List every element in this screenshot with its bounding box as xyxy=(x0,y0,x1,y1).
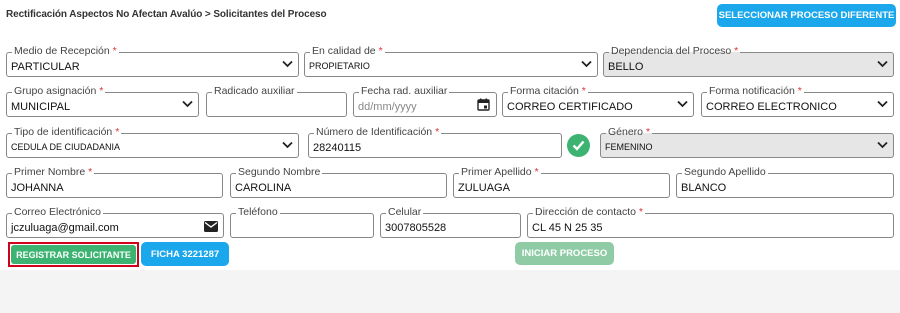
genero-label: Género * xyxy=(606,126,653,139)
forma-citacion-select[interactable]: Forma citación * CORREO CERTIFICADO xyxy=(502,85,694,117)
forma-notificacion-label: Forma notificación * xyxy=(707,85,804,98)
dependencia-value: BELLO xyxy=(608,61,644,73)
grupo-asignacion-value: MUNICIPAL xyxy=(11,101,71,113)
numero-identificacion-label: Número de Identificación * xyxy=(314,126,442,139)
fecha-rad-auxiliar-label: Fecha rad. auxiliar xyxy=(359,85,450,98)
calendar-icon[interactable] xyxy=(477,98,490,111)
telefono-label: Teléfono xyxy=(236,206,280,219)
direccion-contacto-label: Dirección de contacto * xyxy=(533,206,645,219)
tipo-identificacion-label: Tipo de identificación * xyxy=(12,126,122,139)
select-different-process-button[interactable]: SELECCIONAR PROCESO DIFERENTE xyxy=(717,4,896,27)
calidad-label-text: En calidad de xyxy=(312,45,376,57)
genero-select: Género * FEMENINO xyxy=(600,126,894,158)
grupo-asignacion-select[interactable]: Grupo asignación * MUNICIPAL xyxy=(6,85,199,117)
required-mark: * xyxy=(638,206,643,218)
primer-nombre-value: JOHANNA xyxy=(11,182,64,194)
radicado-auxiliar-input[interactable]: Radicado auxiliar xyxy=(206,85,347,117)
required-mark: * xyxy=(734,45,739,57)
chevron-down-icon xyxy=(877,141,888,149)
fecha-rad-auxiliar-placeholder: dd/mm/yyyy xyxy=(358,101,417,113)
celular-label: Celular xyxy=(386,206,424,219)
forma-citacion-label-text: Forma citación xyxy=(510,85,579,97)
correo-electronico-label: Correo Electrónico xyxy=(12,206,103,219)
chevron-down-icon xyxy=(182,100,193,108)
medio-recepcion-label-text: Medio de Recepción xyxy=(14,45,110,57)
dependencia-select: Dependencia del Proceso * BELLO xyxy=(603,45,894,77)
primer-apellido-label-text: Primer Apellido xyxy=(461,166,532,178)
chevron-down-icon xyxy=(677,100,688,108)
segundo-apellido-input[interactable]: Segundo Apellido BLANCO xyxy=(676,166,894,198)
required-mark: * xyxy=(645,126,651,138)
tipo-identificacion-select[interactable]: Tipo de identificación * CEDULA DE CIUDA… xyxy=(6,126,299,158)
celular-value: 3007805528 xyxy=(385,222,447,234)
primer-apellido-input[interactable]: Primer Apellido * ZULUAGA xyxy=(453,166,670,198)
direccion-contacto-value: CL 45 N 25 35 xyxy=(532,222,603,234)
radicado-auxiliar-label: Radicado auxiliar xyxy=(212,85,297,98)
segundo-nombre-value: CAROLINA xyxy=(235,182,292,194)
medio-recepcion-label: Medio de Recepción * xyxy=(12,45,119,58)
calidad-value: PROPIETARIO xyxy=(309,61,370,71)
tipo-identificacion-label-text: Tipo de identificación xyxy=(14,126,113,138)
primer-nombre-label-text: Primer Nombre xyxy=(14,166,86,178)
primer-nombre-label: Primer Nombre * xyxy=(12,166,95,179)
direccion-contacto-input[interactable]: Dirección de contacto * CL 45 N 25 35 xyxy=(527,206,894,238)
correo-electronico-value: jczuluaga@gmail.com xyxy=(11,222,119,234)
check-circle-icon xyxy=(567,134,590,157)
start-process-button[interactable]: INICIAR PROCESO xyxy=(515,242,614,265)
chevron-down-icon xyxy=(282,141,293,149)
genero-value: FEMENINO xyxy=(605,142,653,152)
numero-identificacion-input[interactable]: Número de Identificación * 28240115 xyxy=(308,126,562,158)
required-mark: * xyxy=(534,166,539,178)
numero-identificacion-label-text: Número de Identificación xyxy=(316,126,433,138)
required-mark: * xyxy=(112,45,117,57)
celular-input[interactable]: Celular 3007805528 xyxy=(380,206,521,238)
segundo-nombre-input[interactable]: Segundo Nombre CAROLINA xyxy=(230,166,447,198)
fecha-rad-auxiliar-input[interactable]: Fecha rad. auxiliar dd/mm/yyyy xyxy=(353,85,497,117)
forma-notificacion-value: CORREO ELECTRONICO xyxy=(706,101,837,113)
breadcrumb: Rectificación Aspectos No Afectan Avalúo… xyxy=(6,9,327,20)
primer-nombre-input[interactable]: Primer Nombre * JOHANNA xyxy=(6,166,223,198)
chevron-down-icon xyxy=(581,60,592,68)
ficha-button[interactable]: FICHA 3221287 xyxy=(141,242,229,266)
forma-citacion-label: Forma citación * xyxy=(508,85,588,98)
medio-recepcion-value: PARTICULAR xyxy=(11,61,80,73)
numero-identificacion-value: 28240115 xyxy=(313,142,362,154)
chevron-down-icon xyxy=(877,100,888,108)
dependencia-label: Dependencia del Proceso * xyxy=(609,45,741,58)
form-card: Rectificación Aspectos No Afectan Avalúo… xyxy=(0,0,900,270)
required-mark: * xyxy=(88,166,93,178)
direccion-contacto-label-text: Dirección de contacto xyxy=(535,206,636,218)
required-mark: * xyxy=(435,126,440,138)
required-mark: * xyxy=(581,85,586,97)
chevron-down-icon xyxy=(877,60,888,68)
calidad-label: En calidad de * xyxy=(310,45,385,58)
required-mark: * xyxy=(99,85,104,97)
medio-recepcion-select[interactable]: Medio de Recepción * PARTICULAR xyxy=(6,45,299,77)
required-mark: * xyxy=(378,45,383,57)
primer-apellido-label: Primer Apellido * xyxy=(459,166,541,179)
tipo-identificacion-value: CEDULA DE CIUDADANIA xyxy=(11,142,121,152)
forma-notificacion-label-text: Forma notificación xyxy=(709,85,795,97)
required-mark: * xyxy=(115,126,120,138)
selection-highlight xyxy=(8,242,139,267)
forma-notificacion-select[interactable]: Forma notificación * CORREO ELECTRONICO xyxy=(701,85,894,117)
calidad-select[interactable]: En calidad de * PROPIETARIO xyxy=(304,45,598,77)
envelope-icon xyxy=(204,221,218,232)
telefono-input[interactable]: Teléfono xyxy=(230,206,374,238)
grupo-asignacion-label: Grupo asignación * xyxy=(12,85,106,98)
chevron-down-icon xyxy=(282,60,293,68)
grupo-asignacion-label-text: Grupo asignación xyxy=(14,85,97,97)
dependencia-label-text: Dependencia del Proceso xyxy=(611,45,732,57)
genero-label-text: Género xyxy=(608,126,644,138)
required-mark: * xyxy=(797,85,802,97)
segundo-apellido-label: Segundo Apellido xyxy=(682,166,768,179)
forma-citacion-value: CORREO CERTIFICADO xyxy=(507,101,633,113)
primer-apellido-value: ZULUAGA xyxy=(458,182,510,194)
correo-electronico-input[interactable]: Correo Electrónico jczuluaga@gmail.com xyxy=(6,206,224,238)
segundo-apellido-value: BLANCO xyxy=(681,182,727,194)
segundo-nombre-label: Segundo Nombre xyxy=(236,166,323,179)
